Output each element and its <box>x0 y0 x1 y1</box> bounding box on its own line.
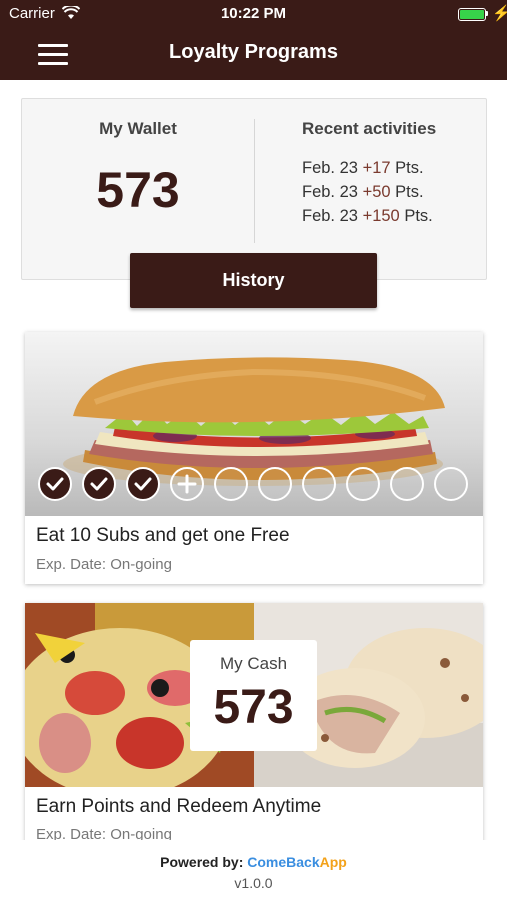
stamp-add-plus-icon[interactable] <box>170 467 204 501</box>
activity-unit: Pts. <box>395 159 424 177</box>
activity-date: Feb. 23 <box>302 183 358 201</box>
program-title: Earn Points and Redeem Anytime <box>36 796 322 817</box>
program-title: Eat 10 Subs and get one Free <box>36 525 290 546</box>
stamp-empty-circle[interactable] <box>258 467 292 501</box>
activity-unit: Pts. <box>404 207 433 225</box>
cash-label: My Cash <box>219 654 288 673</box>
food-image: My Cash 573 <box>25 603 483 787</box>
activity-row: Feb. 23 +50 Pts. <box>302 180 482 204</box>
wallet-points: 573 <box>96 162 180 218</box>
program-card-points[interactable]: My Cash 573 Earn Points and Redeem Anyti… <box>25 603 483 843</box>
powered-by-label: Powered by: <box>160 854 244 870</box>
stamp-empty-circle[interactable] <box>302 467 336 501</box>
activity-row: Feb. 23 +17 Pts. <box>302 156 482 180</box>
charging-icon: ⚡ <box>492 5 507 22</box>
activity-row: Feb. 23 +150 Pts. <box>302 204 482 228</box>
brand-name-part1[interactable]: ComeBack <box>247 854 319 870</box>
powered-by: Powered by: ComeBackApp <box>0 854 507 870</box>
stamp-empty-circle[interactable] <box>214 467 248 501</box>
app-version: v1.0.0 <box>234 875 273 891</box>
stamp-empty-circle[interactable] <box>434 467 468 501</box>
brand-name-part2[interactable]: App <box>320 854 347 870</box>
battery-icon <box>458 8 486 21</box>
stamp-collected-checkmark-icon[interactable] <box>82 467 116 501</box>
recent-activities: Recent activities Feb. 23 +17 Pts. Feb. … <box>302 119 482 228</box>
activity-amount: +50 <box>362 183 391 201</box>
battery-tip <box>486 11 488 16</box>
page-title: Loyalty Programs <box>169 41 338 63</box>
status-time: 10:22 PM <box>220 5 287 22</box>
program-expiration: Exp. Date: On-going <box>36 556 172 573</box>
stamp-empty-circle[interactable] <box>390 467 424 501</box>
cash-points: 573 <box>213 681 294 734</box>
activity-amount: +17 <box>362 159 391 177</box>
program-card-subs[interactable]: Eat 10 Subs and get one Free Exp. Date: … <box>25 332 483 584</box>
activity-unit: Pts. <box>395 183 424 201</box>
wallet-label: My Wallet <box>99 119 177 138</box>
stamp-collected-checkmark-icon[interactable] <box>38 467 72 501</box>
stamp-empty-circle[interactable] <box>346 467 380 501</box>
navigation-bar: Loyalty Programs <box>0 28 507 80</box>
activity-date: Feb. 23 <box>302 159 358 177</box>
sub-sandwich-image <box>25 332 483 516</box>
stamp-collected-checkmark-icon[interactable] <box>126 467 160 501</box>
status-bar: Carrier 10:22 PM ⚡ <box>0 0 507 28</box>
activity-amount: +150 <box>362 207 400 225</box>
activity-date: Feb. 23 <box>302 207 358 225</box>
my-cash-box: My Cash 573 <box>190 640 317 751</box>
wallet-divider <box>254 119 255 243</box>
recent-activities-title: Recent activities <box>302 119 437 138</box>
footer: Powered by: ComeBackApp v1.0.0 <box>0 840 507 900</box>
wallet-summary: My Wallet 573 <box>22 99 254 279</box>
history-button[interactable]: History <box>130 253 377 308</box>
